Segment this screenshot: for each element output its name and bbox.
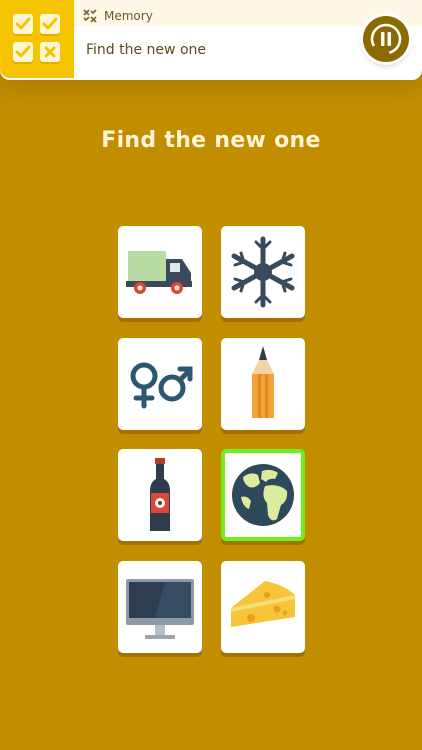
app-name: Memory [104, 9, 153, 23]
notification-subtitle: Find the new one [86, 42, 206, 58]
card-cheese[interactable] [221, 561, 305, 653]
wine-bottle-icon [150, 458, 170, 531]
card-pencil[interactable] [221, 338, 305, 430]
snowflake-icon [231, 236, 295, 308]
check-cell [13, 42, 33, 62]
globe-icon [232, 464, 294, 526]
card-globe[interactable] [221, 449, 305, 541]
card-truck[interactable] [118, 226, 202, 318]
page-heading: Find the new one [101, 128, 321, 153]
cheese-icon [231, 581, 295, 627]
cross-cell [40, 42, 60, 62]
pencil-icon [252, 346, 274, 418]
pause-button[interactable] [363, 16, 409, 62]
top-notification-bar: Memory Find the new one [0, 0, 422, 80]
card-snowflake[interactable] [221, 226, 305, 318]
gender-symbols-icon [130, 362, 193, 409]
truck-icon [126, 251, 192, 294]
card-gender-symbols[interactable] [118, 338, 202, 430]
card-wine-bottle[interactable] [118, 449, 202, 541]
computer-monitor-icon [126, 579, 194, 639]
memory-app-icon [83, 9, 97, 23]
check-cell [13, 14, 33, 34]
checkbox-grid-icon [0, 0, 74, 78]
check-cell [40, 14, 60, 34]
pause-icon [370, 23, 402, 55]
card-computer-monitor[interactable] [118, 561, 202, 653]
